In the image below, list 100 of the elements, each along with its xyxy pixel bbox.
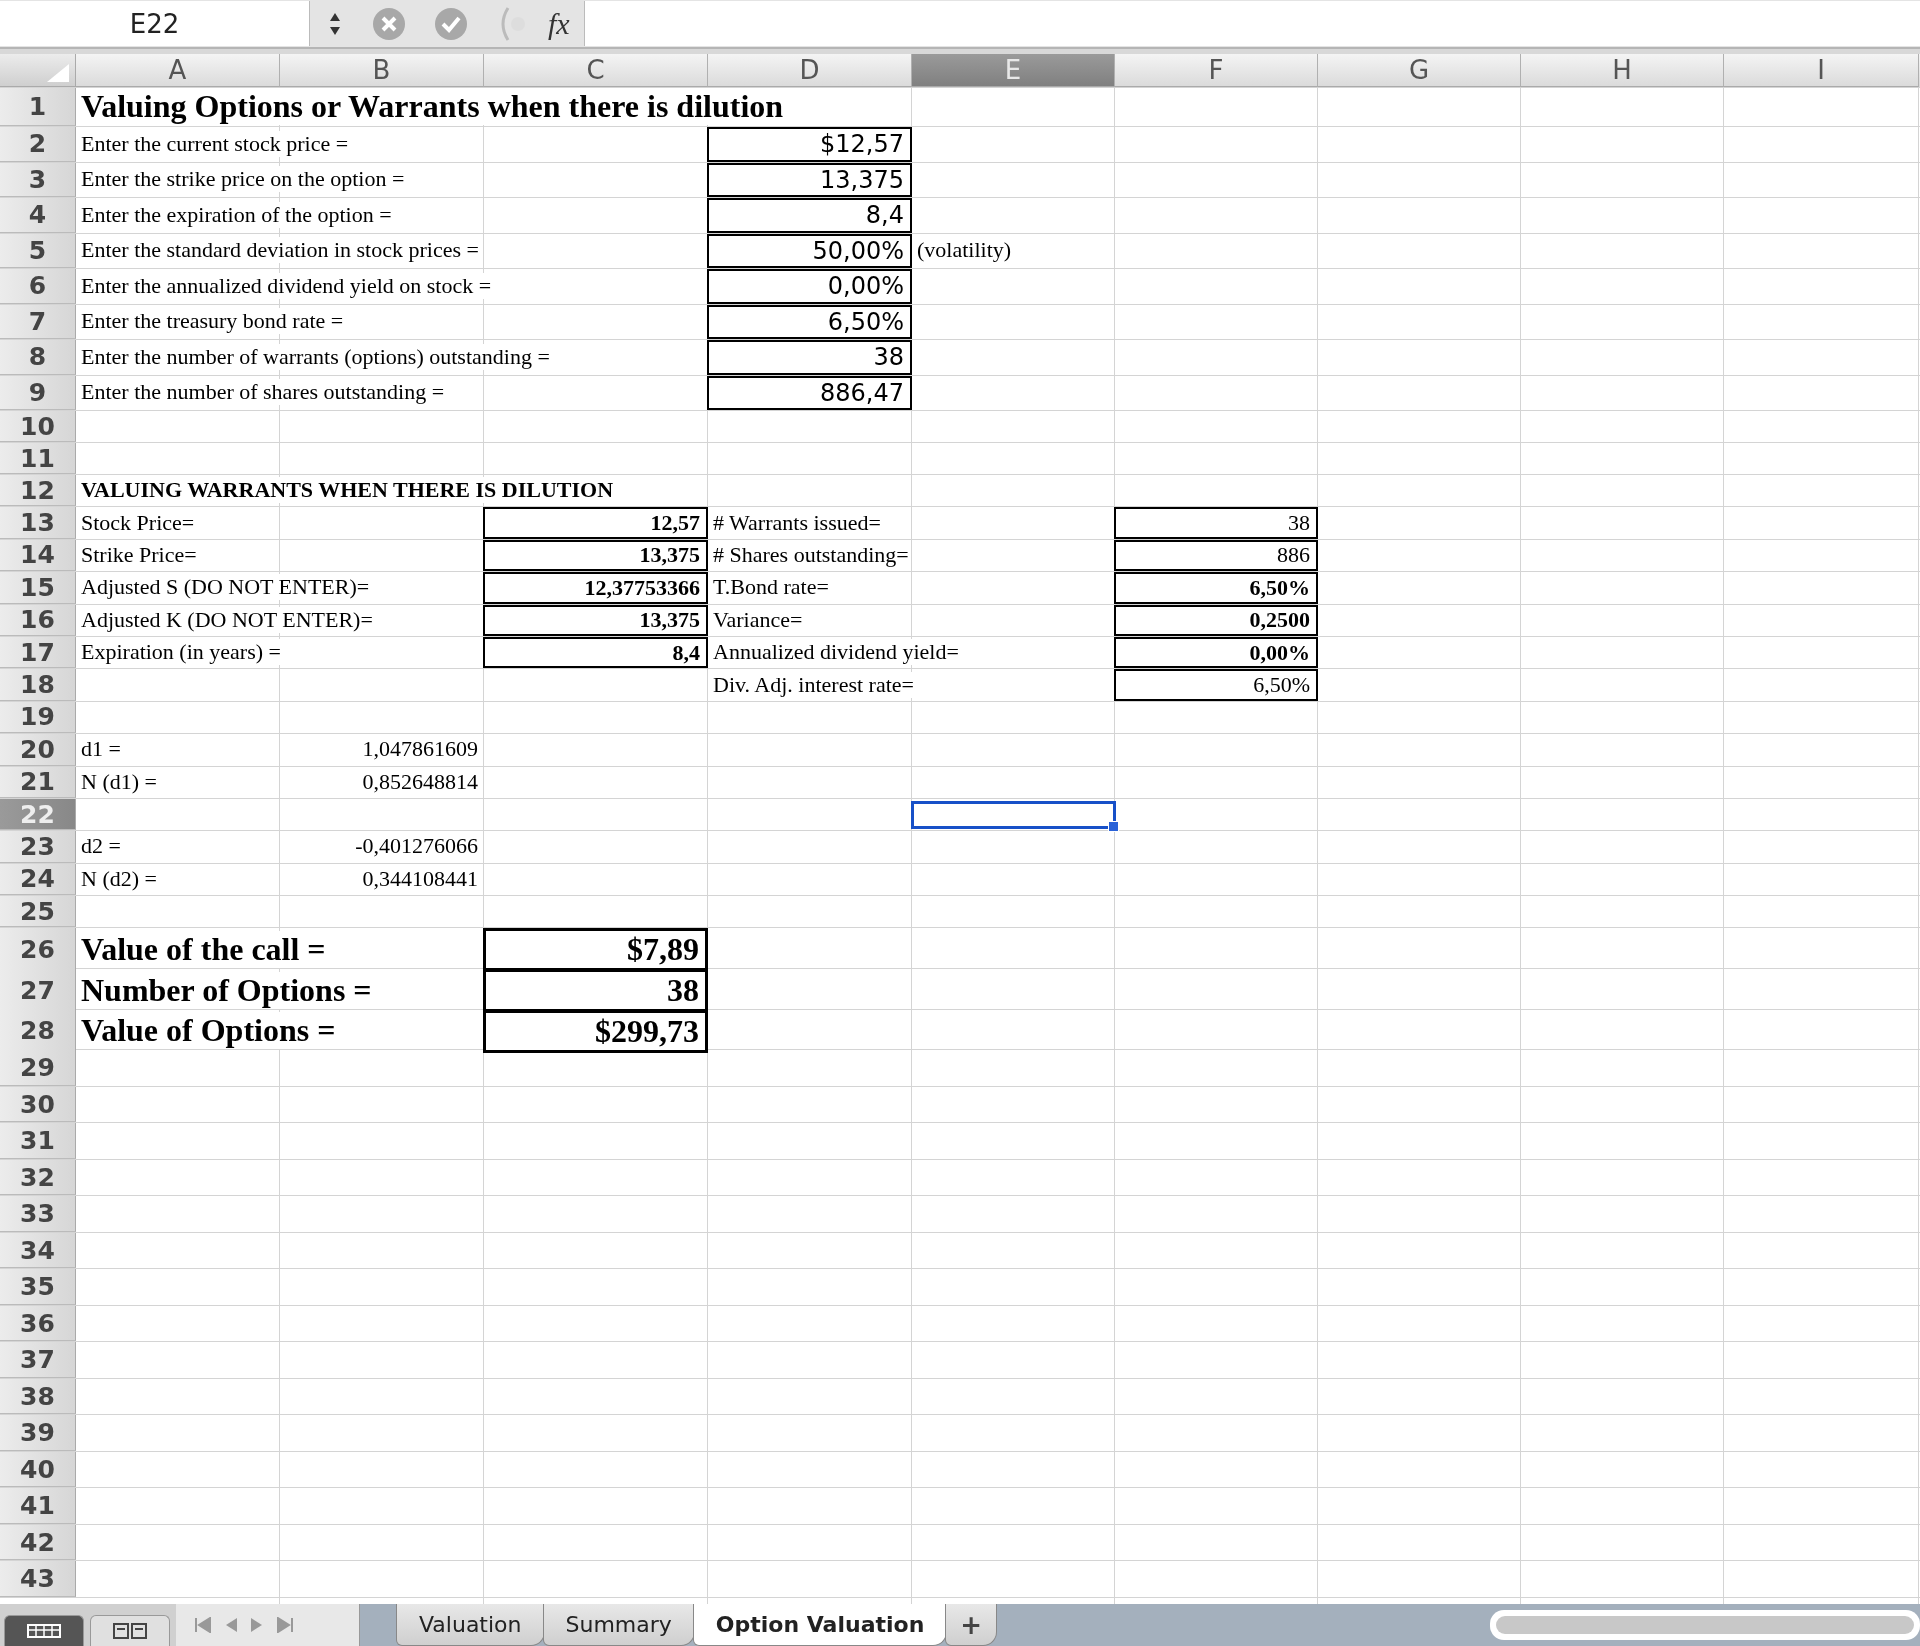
- row-header[interactable]: 1: [0, 88, 76, 126]
- row-header[interactable]: 14: [0, 539, 76, 572]
- row-header[interactable]: 36: [0, 1305, 76, 1342]
- normal-view-button[interactable]: [4, 1615, 84, 1646]
- row-header[interactable]: 9: [0, 375, 76, 410]
- row-header[interactable]: 43: [0, 1561, 76, 1597]
- value-cell[interactable]: $7,89: [483, 928, 708, 972]
- value-cell[interactable]: 6,50%: [707, 304, 912, 339]
- cell-text: Expiration (in years) =: [81, 639, 281, 666]
- row-header[interactable]: 33: [0, 1196, 76, 1232]
- cell-text: Enter the strike price on the option =: [81, 166, 405, 193]
- column-header[interactable]: F: [1115, 54, 1318, 87]
- row-header[interactable]: 30: [0, 1086, 76, 1123]
- sheet-tab[interactable]: Valuation: [396, 1604, 545, 1646]
- cell-text: Number of Options =: [81, 971, 372, 1009]
- row-header[interactable]: 35: [0, 1269, 76, 1305]
- value-cell[interactable]: 38: [1114, 507, 1318, 539]
- row-header[interactable]: 31: [0, 1123, 76, 1159]
- column-header[interactable]: B: [280, 54, 484, 87]
- page-layout-button[interactable]: [90, 1615, 170, 1646]
- column-header[interactable]: G: [1318, 54, 1521, 87]
- row-header[interactable]: 28: [0, 1009, 76, 1053]
- value-cell[interactable]: 6,50%: [1114, 669, 1318, 701]
- cell-text: Value of Options =: [81, 1012, 336, 1050]
- cell-text: Enter the standard deviation in stock prices =: [81, 237, 479, 264]
- row-header[interactable]: 2: [0, 127, 76, 162]
- cell-text: Enter the treasury bond rate =: [81, 308, 344, 335]
- check-icon[interactable]: [434, 6, 468, 41]
- value-cell[interactable]: 13,375: [707, 162, 912, 197]
- row-header[interactable]: 6: [0, 269, 76, 304]
- add-sheet-button[interactable]: +: [945, 1604, 998, 1646]
- row-header[interactable]: 32: [0, 1159, 76, 1196]
- row-header[interactable]: 38: [0, 1378, 76, 1415]
- sheet-tab[interactable]: Summary: [542, 1604, 695, 1646]
- cancel-icon[interactable]: [372, 6, 406, 41]
- row-header[interactable]: 42: [0, 1524, 76, 1561]
- value-cell[interactable]: 12,37753366: [483, 572, 708, 604]
- column-header[interactable]: I: [1724, 54, 1919, 87]
- row-header[interactable]: 40: [0, 1451, 76, 1488]
- row-header[interactable]: 27: [0, 969, 76, 1013]
- row-header[interactable]: 23: [0, 831, 76, 863]
- value-cell[interactable]: 50,00%: [707, 233, 912, 268]
- grid-icon: [27, 1624, 61, 1638]
- row-header[interactable]: 17: [0, 636, 76, 669]
- row-header[interactable]: 7: [0, 304, 76, 339]
- row-header[interactable]: 24: [0, 863, 76, 896]
- row-header[interactable]: 3: [0, 162, 76, 197]
- value-cell[interactable]: 6,50%: [1114, 572, 1318, 604]
- row-header[interactable]: 10: [0, 411, 76, 442]
- value-cell[interactable]: 12,57: [483, 507, 708, 539]
- selected-cell[interactable]: [911, 800, 1116, 830]
- row-header[interactable]: 29: [0, 1050, 76, 1086]
- row-header[interactable]: 41: [0, 1488, 76, 1524]
- formula-field[interactable]: [583, 1, 1920, 46]
- row-header[interactable]: 11: [0, 443, 76, 474]
- row-header[interactable]: 37: [0, 1342, 76, 1378]
- value-cell[interactable]: $299,73: [483, 1009, 708, 1053]
- row-header[interactable]: 19: [0, 701, 76, 734]
- row-header[interactable]: 12: [0, 475, 76, 507]
- cell-text: Enter the number of warrants (options) outstanding =: [81, 343, 550, 370]
- last-sheet-icon[interactable]: [276, 1617, 294, 1633]
- value-cell[interactable]: 8,4: [483, 636, 708, 669]
- value-cell[interactable]: 13,375: [483, 604, 708, 636]
- row-header[interactable]: 39: [0, 1415, 76, 1451]
- row-header[interactable]: 18: [0, 669, 76, 701]
- value-cell[interactable]: 38: [707, 340, 912, 375]
- value-cell[interactable]: 38: [483, 969, 708, 1013]
- value-cell[interactable]: 886: [1114, 539, 1318, 572]
- column-header[interactable]: A: [76, 54, 280, 87]
- value-cell[interactable]: 0,00%: [707, 269, 912, 304]
- row-header[interactable]: 4: [0, 198, 76, 233]
- row-header[interactable]: 34: [0, 1232, 76, 1269]
- row-header[interactable]: 21: [0, 766, 76, 798]
- row-header[interactable]: 26: [0, 928, 76, 972]
- value-cell[interactable]: 0,2500: [1114, 604, 1318, 636]
- column-header[interactable]: C: [484, 54, 708, 87]
- value-cell[interactable]: 886,47: [707, 375, 912, 410]
- row-header[interactable]: 20: [0, 734, 76, 766]
- value-cell[interactable]: 0,00%: [1114, 636, 1318, 669]
- function-label[interactable]: fx: [548, 6, 570, 41]
- cell-text: Enter the current stock price =: [81, 130, 349, 157]
- sheet-tab[interactable]: Option Valuation: [692, 1604, 948, 1646]
- row-header[interactable]: 16: [0, 604, 76, 636]
- name-box[interactable]: E22: [0, 1, 310, 46]
- row-header[interactable]: 13: [0, 507, 76, 539]
- section-heading: VALUING WARRANTS WHEN THERE IS DILUTION: [81, 477, 614, 504]
- value-cell[interactable]: 13,375: [483, 539, 708, 572]
- cell-text: Div. Adj. interest rate=: [713, 671, 914, 698]
- value-cell[interactable]: $12,57: [707, 127, 912, 162]
- column-header[interactable]: H: [1521, 54, 1724, 87]
- row-header[interactable]: 8: [0, 340, 76, 375]
- first-sheet-icon[interactable]: [194, 1617, 212, 1633]
- value-cell[interactable]: 8,4: [707, 198, 912, 233]
- row-header[interactable]: 15: [0, 572, 76, 604]
- row-header[interactable]: 25: [0, 896, 76, 928]
- previous-sheet-icon[interactable]: [224, 1617, 238, 1633]
- row-header[interactable]: 5: [0, 233, 76, 268]
- select-all-corner[interactable]: [0, 54, 76, 87]
- horizontal-scrollbar[interactable]: [1490, 1610, 1920, 1640]
- next-sheet-icon[interactable]: [250, 1617, 264, 1633]
